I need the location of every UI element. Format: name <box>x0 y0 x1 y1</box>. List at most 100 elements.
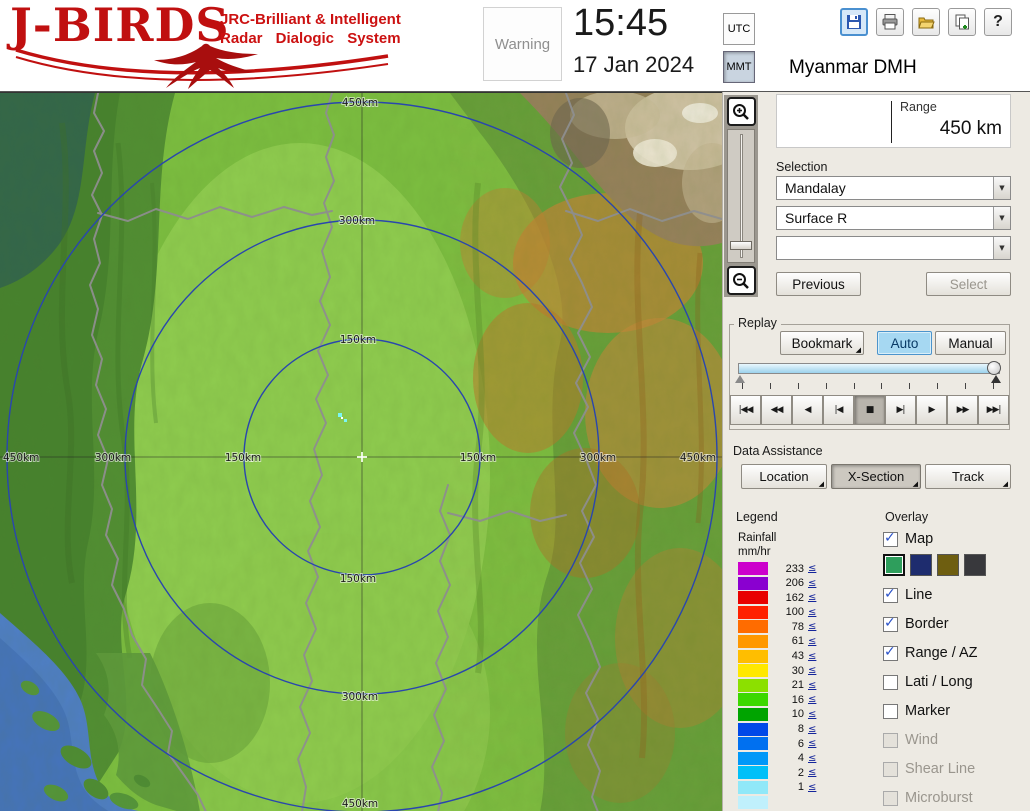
check-icon: ✓ <box>884 615 896 631</box>
selection-dropdown-2[interactable]: Surface R▼ <box>776 206 1011 230</box>
selection-dropdown-3[interactable]: ▼ <box>776 236 1011 260</box>
timeline-track[interactable] <box>738 363 1000 374</box>
folder-icon <box>917 13 935 31</box>
check-icon: ✓ <box>884 530 896 546</box>
legend-threshold-link[interactable]: ≤ <box>808 563 816 574</box>
play-reverse-button[interactable]: ◀ <box>792 395 823 425</box>
zoom-in-button[interactable] <box>727 97 756 126</box>
manual-mode-button[interactable]: Manual <box>935 331 1006 355</box>
legend-threshold-link[interactable]: ≤ <box>808 738 816 749</box>
auto-mode-button[interactable]: Auto <box>877 331 932 355</box>
zoom-slider[interactable] <box>727 129 755 263</box>
timezone-mmt-button[interactable]: MMT <box>723 51 755 83</box>
overlay-item-marker[interactable]: Marker <box>883 702 1029 720</box>
map-checkbox[interactable]: ✓ <box>883 532 898 547</box>
overlay-item-lati-long[interactable]: Lati / Long <box>883 673 1029 691</box>
legend-value: 6 <box>772 738 804 750</box>
overlay-label: Overlay <box>885 510 928 524</box>
timeline-thumb[interactable] <box>987 361 1001 375</box>
previous-button[interactable]: Previous <box>776 272 861 296</box>
warning-indicator[interactable]: Warning <box>483 7 562 81</box>
border-checkbox[interactable]: ✓ <box>883 617 898 632</box>
overlay-panel: ✓ Map ✓Line ✓Border ✓Range / AZ Lati / Long Ma… <box>883 530 1029 811</box>
overlay-item-map[interactable]: ✓ Map <box>883 530 1029 548</box>
legend-threshold-link[interactable]: ≤ <box>808 636 816 647</box>
legend-threshold-link[interactable]: ≤ <box>808 592 816 603</box>
help-button[interactable]: ? <box>984 8 1012 36</box>
overlay-item-line[interactable]: ✓Line <box>883 586 1029 604</box>
map-region[interactable]: 450km 300km 150km 150km 300km 450km 450k… <box>0 92 722 811</box>
location-button[interactable]: Location◢ <box>741 464 827 489</box>
legend-threshold-link[interactable]: ≤ <box>808 694 816 705</box>
lati-long-checkbox[interactable] <box>883 675 898 690</box>
copy-button[interactable] <box>948 8 976 36</box>
bookmark-button[interactable]: Bookmark ◢ <box>780 331 864 355</box>
replay-timeline[interactable] <box>738 363 1000 375</box>
map-style-gray-button[interactable] <box>964 554 986 576</box>
legend-threshold-link[interactable]: ≤ <box>808 665 816 676</box>
legend-threshold-link[interactable]: ≤ <box>808 680 816 691</box>
range-ring-label: 450km <box>680 452 716 464</box>
replay-label: Replay <box>734 316 781 330</box>
x-section-button[interactable]: X-Section◢ <box>831 464 921 489</box>
line-checkbox[interactable]: ✓ <box>883 588 898 603</box>
stop-button[interactable]: ■ <box>854 395 885 425</box>
chevron-down-icon[interactable]: ▼ <box>993 237 1010 259</box>
select-button[interactable]: Select <box>926 272 1011 296</box>
legend-threshold-link[interactable]: ≤ <box>808 767 816 778</box>
chevron-down-icon[interactable]: ▼ <box>993 177 1010 199</box>
tick-mark <box>881 383 882 389</box>
chevron-down-icon[interactable]: ▼ <box>993 207 1010 229</box>
zoom-out-button[interactable] <box>727 266 756 295</box>
marker-checkbox[interactable] <box>883 704 898 719</box>
overlay-item-range-az[interactable]: ✓Range / AZ <box>883 644 1029 662</box>
skip-to-start-button[interactable]: |◀◀ <box>730 395 761 425</box>
legend-threshold-link[interactable]: ≤ <box>808 621 816 632</box>
legend-entry: 78 ≤ <box>738 620 816 633</box>
tick-mark <box>993 383 994 389</box>
legend-threshold-link[interactable]: ≤ <box>808 709 816 720</box>
selection-dropdown-1[interactable]: Mandalay▼ <box>776 176 1011 200</box>
range-value: 450 km <box>940 118 1002 140</box>
play-button[interactable]: ▶ <box>916 395 947 425</box>
legend-color-swatch <box>738 781 768 794</box>
legend-threshold-link[interactable]: ≤ <box>808 607 816 618</box>
print-button[interactable] <box>876 8 904 36</box>
zoom-slider-thumb[interactable] <box>730 241 752 250</box>
map-style-navy-button[interactable] <box>910 554 932 576</box>
header-bar: J-BIRDS JRC-Brilliant & Intelligent Rada… <box>0 0 1030 92</box>
legend-value: 78 <box>772 621 804 633</box>
legend-threshold-link[interactable]: ≤ <box>808 782 816 793</box>
zoom-slider-groove <box>740 134 743 258</box>
timezone-utc-button[interactable]: UTC <box>723 13 755 45</box>
radar-map-image[interactable]: 450km 300km 150km 150km 300km 450km 450k… <box>0 93 722 811</box>
legend-threshold-link[interactable]: ≤ <box>808 651 816 662</box>
track-button[interactable]: Track◢ <box>925 464 1011 489</box>
legend-threshold-link[interactable]: ≤ <box>808 753 816 764</box>
overlay-item-shear-line: Shear Line <box>883 760 1029 778</box>
button-label: X-Section <box>848 469 904 484</box>
resize-corner-icon: ◢ <box>819 481 824 488</box>
fast-forward-button[interactable]: ▶▶ <box>947 395 978 425</box>
map-style-green-button[interactable] <box>883 554 905 576</box>
overlay-item-label: Map <box>905 531 933 547</box>
legend-color-swatch <box>738 577 768 590</box>
legend-entry: 2≤ <box>738 766 816 779</box>
overlay-item-border[interactable]: ✓Border <box>883 615 1029 633</box>
legend-threshold-link[interactable]: ≤ <box>808 578 816 589</box>
legend-threshold-link[interactable]: ≤ <box>808 724 816 735</box>
fast-rewind-button[interactable]: ◀◀ <box>761 395 792 425</box>
legend-color-swatch <box>738 723 768 736</box>
skip-to-end-button[interactable]: ▶▶| <box>978 395 1009 425</box>
map-style-olive-button[interactable] <box>937 554 959 576</box>
range-az-checkbox[interactable]: ✓ <box>883 646 898 661</box>
legend-color-swatch <box>738 708 768 721</box>
legend-color-swatch <box>738 796 768 809</box>
step-forward-button[interactable]: ▶| <box>885 395 916 425</box>
save-button[interactable] <box>840 8 868 36</box>
step-back-button[interactable]: |◀ <box>823 395 854 425</box>
open-button[interactable] <box>912 8 940 36</box>
legend-entry: 21≤ <box>738 679 816 692</box>
legend-value: 1 <box>772 781 804 793</box>
map-style-row <box>883 554 1029 576</box>
